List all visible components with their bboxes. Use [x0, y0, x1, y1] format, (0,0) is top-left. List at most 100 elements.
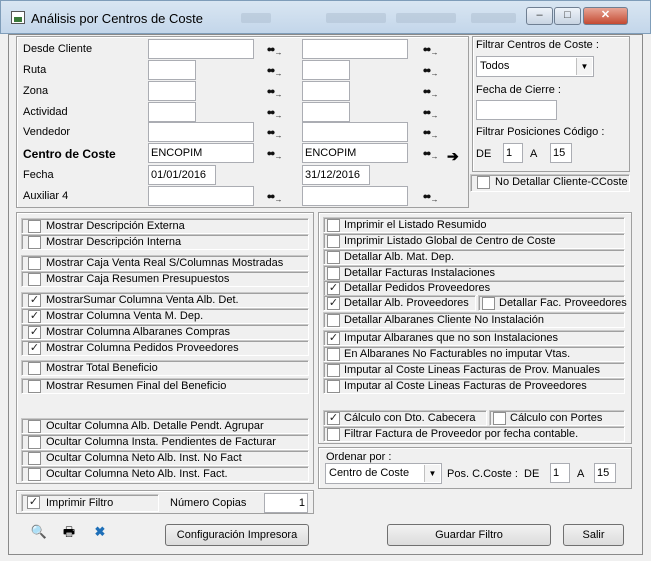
option-checkbox[interactable] [327, 235, 340, 248]
option-checkbox[interactable] [482, 297, 495, 310]
option-row[interactable]: Mostrar Caja Resumen Presupuestos [21, 271, 309, 287]
fecha-cierre-input[interactable] [476, 100, 557, 120]
ordenar-select[interactable]: Centro de Coste ▼ [325, 463, 442, 484]
option-checkbox[interactable] [28, 468, 41, 481]
ordenar-de-input[interactable]: 1 [550, 463, 570, 483]
option-row[interactable]: Cálculo con Portes [489, 410, 625, 426]
binoculars-icon[interactable] [422, 189, 438, 203]
option-row[interactable]: ✓ Cálculo con Dto. Cabecera [323, 410, 487, 426]
maximize-button[interactable]: □ [554, 7, 581, 25]
option-row[interactable]: Imputar al Coste Lineas Facturas de Prov… [323, 362, 625, 378]
option-checkbox[interactable] [28, 273, 41, 286]
filter-from-input[interactable] [148, 81, 196, 101]
option-checkbox[interactable] [327, 428, 340, 441]
option-row[interactable]: ✓ Mostrar Columna Venta M. Dep. [21, 308, 309, 324]
filter-from-input[interactable] [148, 60, 196, 80]
option-checkbox[interactable]: ✓ [327, 297, 340, 310]
filtrar-centros-select[interactable]: Todos ▼ [476, 56, 594, 77]
imprimir-filtro-row[interactable]: ✓ Imprimir Filtro [21, 494, 159, 512]
filter-to-input[interactable]: ENCOPIM [302, 143, 408, 163]
option-row[interactable]: Imputar al Coste Lineas Facturas de Prov… [323, 378, 625, 394]
copias-input[interactable]: 1 [264, 493, 308, 513]
option-row[interactable]: ✓ Mostrar Columna Albaranes Compras [21, 324, 309, 340]
option-row[interactable]: ✓ Detallar Alb. Proveedores [323, 295, 476, 311]
printer-icon[interactable]: 🖶 [60, 524, 78, 540]
option-row[interactable]: ✓ Imputar Albaranes que no son Instalacio… [323, 330, 625, 346]
option-row[interactable]: Mostrar Descripción Interna [21, 234, 309, 250]
filter-to-input[interactable] [302, 122, 408, 142]
filter-from-input[interactable]: ENCOPIM [148, 143, 254, 163]
filter-to-input[interactable] [302, 186, 408, 206]
binoculars-icon[interactable] [266, 146, 282, 160]
option-checkbox[interactable] [327, 348, 340, 361]
option-checkbox[interactable] [493, 412, 506, 425]
option-checkbox[interactable]: ✓ [28, 342, 41, 355]
option-row[interactable]: Detallar Facturas Instalaciones [323, 265, 625, 281]
excel-icon[interactable]: ✖ [91, 524, 109, 540]
binoculars-icon[interactable] [266, 189, 282, 203]
chevron-down-icon[interactable]: ▼ [576, 58, 592, 75]
option-row[interactable]: Detallar Albaranes Cliente No Instalació… [323, 312, 625, 328]
no-detallar-checkbox[interactable] [477, 176, 490, 189]
pos-a-input[interactable]: 15 [550, 143, 572, 163]
binoculars-icon[interactable] [422, 84, 438, 98]
filter-from-input[interactable] [148, 102, 196, 122]
option-row[interactable]: ✓ Mostrar Columna Pedidos Proveedores [21, 340, 309, 356]
option-row[interactable]: Filtrar Factura de Proveedor por fecha c… [323, 426, 625, 442]
filter-to-input[interactable]: 31/12/2016 [302, 165, 370, 185]
option-row[interactable]: Imprimir Listado Global de Centro de Cos… [323, 233, 625, 249]
chevron-down-icon[interactable]: ▼ [424, 465, 440, 482]
option-row[interactable]: ✓ Detallar Pedidos Proveedores [323, 280, 625, 296]
salir-button[interactable]: Salir [563, 524, 624, 546]
filter-from-input[interactable] [148, 186, 254, 206]
filter-from-input[interactable]: 01/01/2016 [148, 165, 216, 185]
configuracion-impresora-button[interactable]: Configuración Impresora [165, 524, 309, 546]
option-row[interactable]: ✓ MostrarSumar Columna Venta Alb. Det. [21, 292, 309, 308]
option-checkbox[interactable] [28, 220, 41, 233]
option-checkbox[interactable] [28, 420, 41, 433]
minimize-button[interactable]: – [526, 7, 553, 25]
option-checkbox[interactable] [327, 267, 340, 280]
binoculars-icon[interactable] [422, 125, 438, 139]
option-row[interactable]: Detallar Alb. Mat. Dep. [323, 249, 625, 265]
ordenar-a-input[interactable]: 15 [594, 463, 616, 483]
option-row[interactable]: En Albaranes No Facturables no imputar V… [323, 346, 625, 362]
binoculars-icon[interactable] [266, 42, 282, 56]
option-row[interactable]: Mostrar Descripción Externa [21, 218, 309, 234]
imprimir-filtro-checkbox[interactable]: ✓ [27, 496, 40, 509]
pos-de-input[interactable]: 1 [503, 143, 523, 163]
option-checkbox[interactable] [28, 380, 41, 393]
option-checkbox[interactable]: ✓ [327, 412, 340, 425]
option-row[interactable]: Imprimir el Listado Resumido [323, 217, 625, 233]
filter-to-input[interactable] [302, 102, 350, 122]
filter-to-input[interactable] [302, 60, 350, 80]
option-row[interactable]: Mostrar Total Beneficio [21, 360, 309, 376]
option-checkbox[interactable] [327, 219, 340, 232]
binoculars-icon[interactable] [266, 63, 282, 77]
option-row[interactable]: Ocultar Columna Neto Alb. Inst. Fact. [21, 466, 309, 482]
option-checkbox[interactable] [28, 436, 41, 449]
guardar-filtro-button[interactable]: Guardar Filtro [387, 524, 551, 546]
preview-icon[interactable]: 🔍 [30, 524, 48, 540]
option-row[interactable]: Ocultar Columna Neto Alb. Inst. No Fact [21, 450, 309, 466]
option-checkbox[interactable] [28, 452, 41, 465]
option-checkbox[interactable]: ✓ [28, 310, 41, 323]
option-row[interactable]: Ocultar Columna Alb. Detalle Pendt. Agru… [21, 418, 309, 434]
filter-to-input[interactable] [302, 81, 350, 101]
option-checkbox[interactable]: ✓ [28, 294, 41, 307]
binoculars-icon[interactable] [266, 84, 282, 98]
binoculars-icon[interactable] [266, 105, 282, 119]
filter-from-input[interactable] [148, 122, 254, 142]
option-checkbox[interactable]: ✓ [327, 282, 340, 295]
binoculars-icon[interactable] [422, 42, 438, 56]
option-row[interactable]: Detallar Fac. Proveedores [478, 295, 627, 311]
option-checkbox[interactable] [327, 380, 340, 393]
no-detallar-row[interactable]: No Detallar Cliente-CCoste [470, 174, 630, 192]
close-button[interactable]: ✕ [583, 7, 628, 25]
binoculars-icon[interactable] [422, 146, 438, 160]
option-checkbox[interactable] [28, 236, 41, 249]
filter-from-input[interactable] [148, 39, 254, 59]
binoculars-icon[interactable] [266, 125, 282, 139]
binoculars-icon[interactable] [422, 105, 438, 119]
option-checkbox[interactable] [327, 314, 340, 327]
